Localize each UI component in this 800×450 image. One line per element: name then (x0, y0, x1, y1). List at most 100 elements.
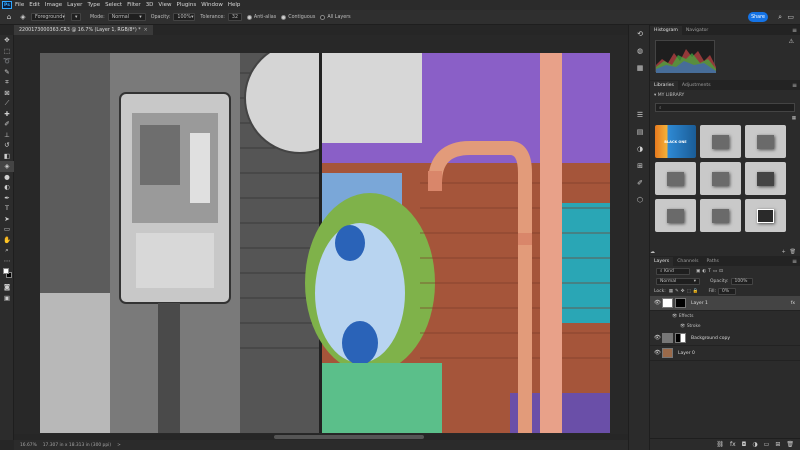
eraser-tool-icon[interactable]: ◧ (0, 151, 14, 162)
channels-icon[interactable]: ⊞ (629, 157, 651, 174)
library-item[interactable] (655, 162, 696, 195)
rectangle-tool-icon[interactable]: ▭ (0, 224, 14, 235)
layer-kind-select[interactable]: ⌕ Kind (656, 267, 690, 275)
menu-image[interactable]: Image (45, 2, 62, 8)
adjustment-layer-icon[interactable]: ◑ (752, 441, 757, 448)
pattern-picker[interactable]: ▾ (71, 13, 81, 21)
color-swatches[interactable] (0, 266, 14, 282)
zoom-level[interactable]: 16.67% (20, 443, 37, 448)
tolerance-input[interactable]: 32 (227, 13, 242, 21)
blur-tool-icon[interactable]: ● (0, 172, 14, 183)
properties-icon[interactable]: ☰ (629, 106, 651, 123)
libraries-icon[interactable]: ▤ (629, 123, 651, 140)
brushes-icon[interactable]: ✐ (629, 174, 651, 191)
fill-input[interactable]: 0% (717, 287, 736, 295)
library-item[interactable] (700, 162, 741, 195)
library-item[interactable] (745, 162, 786, 195)
library-item[interactable] (745, 125, 786, 158)
panel-menu-icon[interactable]: ≡ (792, 82, 797, 89)
workspace-icon[interactable]: ▭ (787, 13, 794, 21)
warning-icon[interactable]: ⚠ (789, 38, 794, 45)
fx-icon[interactable]: fx (791, 301, 795, 306)
clone-stamp-tool-icon[interactable]: ⊥ (0, 130, 14, 141)
healing-brush-tool-icon[interactable]: ✚ (0, 109, 14, 120)
tab-layers[interactable]: Layers (650, 257, 674, 266)
type-tool-icon[interactable]: T (0, 203, 14, 214)
search-icon[interactable]: ⌕ (778, 13, 782, 22)
color-icon[interactable]: ◍ (629, 42, 651, 59)
tab-libraries[interactable]: Libraries (650, 81, 678, 90)
dodge-tool-icon[interactable]: ◐ (0, 182, 14, 193)
layer-filter-icons[interactable]: ▣◐T▭⊡ (696, 269, 725, 274)
fx-add-icon[interactable]: fx (730, 441, 736, 448)
lock-icons[interactable]: ▦✎✥⬚🔒 (669, 289, 701, 294)
zoom-tool-icon[interactable]: ⌕ (0, 245, 14, 256)
paint-bucket-tool-icon[interactable]: ◈ (18, 12, 28, 22)
layer-row-layer-0[interactable]: 👁 Layer 0 (650, 346, 800, 361)
eye-icon[interactable]: 👁 (680, 324, 687, 329)
tab-adjustments[interactable]: Adjustments (678, 81, 715, 90)
tab-histogram[interactable]: Histogram (650, 26, 682, 35)
scrollbar-thumb[interactable] (274, 435, 424, 439)
tab-paths[interactable]: Paths (702, 257, 723, 266)
group-icon[interactable]: ▭ (764, 441, 770, 448)
cube-icon[interactable]: ⬡ (629, 191, 651, 208)
add-layer-icon[interactable]: ⊞ (775, 441, 780, 448)
menu-select[interactable]: Select (105, 2, 122, 8)
eye-icon[interactable]: 👁 (672, 314, 679, 319)
brush-tool-icon[interactable]: ✐ (0, 119, 14, 130)
crop-tool-icon[interactable]: ⌗ (0, 77, 14, 88)
marquee-tool-icon[interactable]: ⬚ (0, 46, 14, 57)
share-button[interactable]: Share (748, 12, 768, 22)
menu-file[interactable]: File (15, 2, 24, 8)
blend-mode-select[interactable]: Normal ▾ (656, 277, 700, 285)
menu-window[interactable]: Window (201, 2, 223, 8)
library-item[interactable] (700, 199, 741, 232)
home-icon[interactable]: ⌂ (4, 12, 14, 22)
cloud-icon[interactable]: ☁ (650, 249, 655, 255)
library-item[interactable] (700, 125, 741, 158)
fill-source-select[interactable]: Foreground ▾ (31, 13, 65, 21)
mask-icon[interactable]: ◘ (742, 441, 747, 448)
tab-navigator[interactable]: Navigator (682, 26, 712, 35)
adjustments-icon[interactable]: ◑ (629, 140, 651, 157)
more-tools-icon[interactable]: ⋯ (0, 256, 14, 267)
library-search-input[interactable]: ⌕ (655, 103, 795, 112)
screen-mode-icon[interactable]: ▣ (0, 293, 14, 304)
document-canvas-image[interactable] (40, 53, 610, 433)
pen-tool-icon[interactable]: ✒ (0, 193, 14, 204)
swatches-icon[interactable]: ▦ (629, 59, 651, 76)
paint-bucket-icon[interactable]: ◈ (0, 161, 14, 172)
menu-plugins[interactable]: Plugins (176, 2, 196, 8)
quick-select-tool-icon[interactable]: ✎ (0, 67, 14, 78)
panel-menu-icon[interactable]: ≡ (792, 258, 797, 265)
menu-filter[interactable]: Filter (127, 2, 141, 8)
history-icon[interactable]: ⟲ (629, 25, 651, 42)
document-tab[interactable]: 2200173000363.CR3 @ 16.7% (Layer 1, RGB/… (14, 25, 153, 35)
frame-tool-icon[interactable]: ⊠ (0, 88, 14, 99)
menu-3d[interactable]: 3D (146, 2, 154, 8)
path-select-tool-icon[interactable]: ➤ (0, 214, 14, 225)
opacity-input[interactable]: 100% ▾ (173, 13, 196, 21)
quick-mask-icon[interactable]: ◙ (0, 282, 14, 293)
history-brush-tool-icon[interactable]: ↺ (0, 140, 14, 151)
menu-edit[interactable]: Edit (29, 2, 40, 8)
eye-icon[interactable]: 👁 (654, 300, 662, 306)
add-icon[interactable]: + (781, 249, 785, 255)
status-arrow-icon[interactable]: > (117, 443, 121, 448)
contiguous-checkbox[interactable] (281, 14, 287, 20)
library-item-thumbnail[interactable]: BLACK ONE (655, 125, 696, 158)
lasso-tool-icon[interactable]: ➰ (0, 56, 14, 67)
trash-icon[interactable]: 🗑 (790, 249, 796, 255)
library-item[interactable] (745, 199, 786, 232)
mode-select[interactable]: Normal ▾ (107, 13, 146, 21)
menu-help[interactable]: Help (228, 2, 241, 8)
menu-type[interactable]: Type (87, 2, 100, 8)
hand-tool-icon[interactable]: ✋ (0, 235, 14, 246)
stroke-effect-row[interactable]: 👁 Stroke (650, 321, 800, 331)
all-layers-checkbox[interactable] (320, 14, 326, 20)
grid-view-icon[interactable]: ▦ (792, 116, 796, 121)
tab-channels[interactable]: Channels (673, 257, 702, 266)
eyedropper-tool-icon[interactable]: ⟋ (0, 98, 14, 109)
eye-icon[interactable]: 👁 (654, 350, 662, 356)
